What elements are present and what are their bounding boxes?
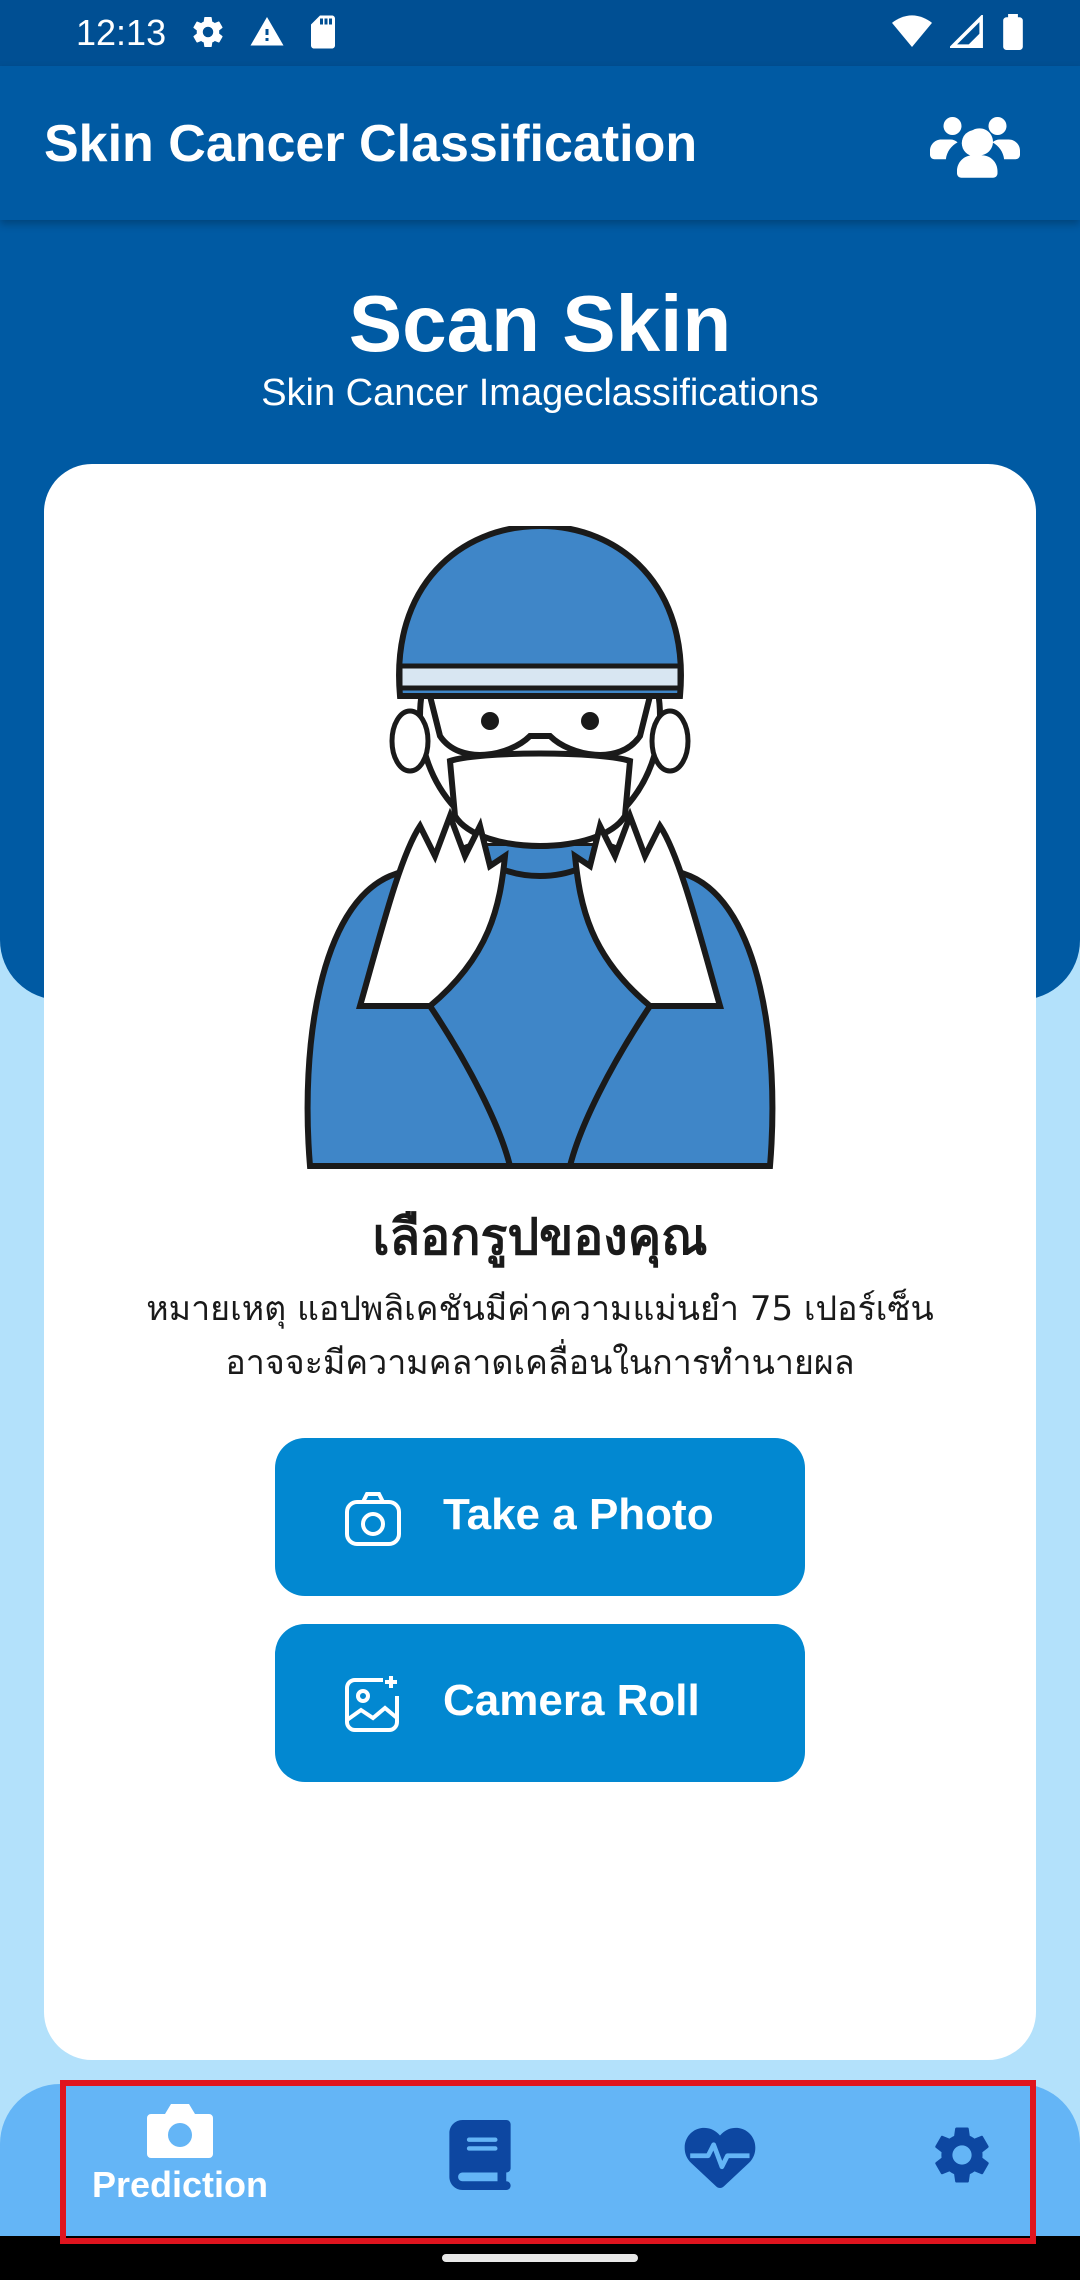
app-bar: Skin Cancer Classification bbox=[0, 66, 1080, 220]
signal-icon bbox=[950, 15, 983, 48]
gallery-add-icon bbox=[345, 1676, 399, 1732]
status-icons-left bbox=[190, 14, 338, 50]
status-icons-right bbox=[892, 14, 1024, 50]
battery-icon bbox=[1003, 14, 1023, 50]
status-bar: 12:13 bbox=[0, 0, 1080, 66]
choose-image-title: เลือกรูปของคุณ bbox=[372, 1208, 708, 1266]
camera-roll-label: Camera Roll bbox=[443, 1676, 700, 1725]
app-title: Skin Cancer Classification bbox=[44, 115, 698, 173]
take-photo-label: Take a Photo bbox=[443, 1490, 714, 1539]
doctor-illustration bbox=[304, 526, 776, 1169]
warning-icon bbox=[250, 17, 284, 46]
accuracy-note: หมายเหตุ แอปพลิเคชันมีค่าความแม่นยำ 75 เ… bbox=[90, 1282, 990, 1390]
sd-card-icon bbox=[311, 15, 335, 49]
note-line-1: หมายเหตุ แอปพลิเคชันมีค่าความแม่นยำ 75 เ… bbox=[146, 1289, 934, 1329]
users-icon bbox=[930, 117, 1020, 178]
take-photo-button[interactable]: Take a Photo bbox=[275, 1438, 805, 1596]
home-indicator[interactable] bbox=[442, 2254, 638, 2262]
camera-icon bbox=[345, 1492, 401, 1546]
note-line-2: อาจจะมีความคลาดเคลื่อนในการทำนายผล bbox=[225, 1343, 855, 1383]
highlight-box bbox=[60, 2080, 1036, 2244]
gear-icon bbox=[193, 17, 223, 48]
users-button[interactable] bbox=[930, 106, 1020, 182]
hero-title: Scan Skin bbox=[348, 279, 732, 368]
status-time: 12:13 bbox=[76, 12, 167, 53]
wifi-icon bbox=[892, 15, 932, 48]
hero-subtitle: Skin Cancer Imageclassifications bbox=[261, 372, 819, 414]
camera-roll-button[interactable]: Camera Roll bbox=[275, 1624, 805, 1782]
